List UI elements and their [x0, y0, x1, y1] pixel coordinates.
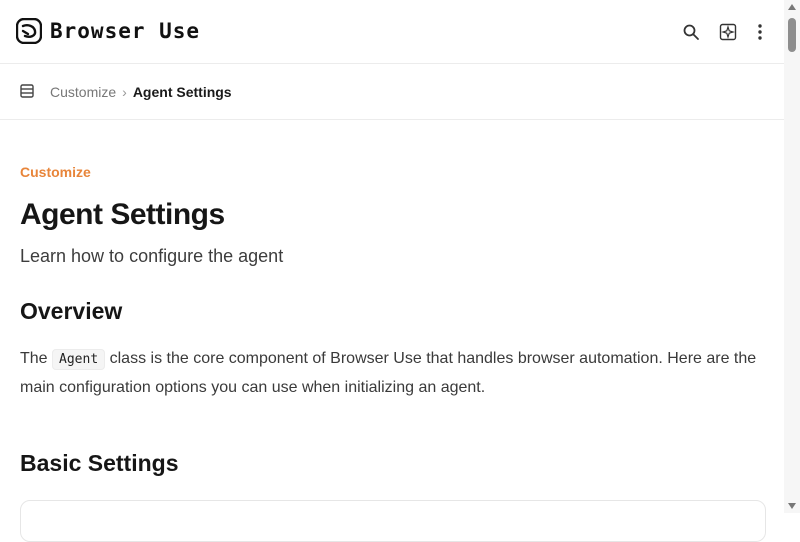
search-icon — [683, 24, 699, 40]
scrollbar[interactable] — [784, 0, 800, 513]
scroll-up-arrow-icon[interactable] — [788, 4, 796, 10]
top-bar: Browser Use — [0, 0, 784, 64]
more-vertical-icon — [758, 24, 762, 40]
overview-text-after: class is the core component of Browser U… — [20, 350, 757, 396]
overview-heading[interactable]: Overview — [20, 298, 122, 325]
sparkle-icon — [719, 23, 737, 41]
overview-paragraph: The Agent class is the core component of… — [20, 345, 770, 402]
section-eyebrow: Customize — [20, 164, 91, 180]
site-logo[interactable]: Browser Use — [16, 17, 200, 45]
breadcrumb-parent-link[interactable]: Customize — [50, 84, 116, 100]
scroll-thumb[interactable] — [788, 18, 796, 52]
browser-use-logo-icon — [16, 18, 42, 44]
breadcrumb: Customize › Agent Settings — [50, 81, 232, 103]
page-title: Agent Settings — [20, 198, 225, 231]
sidebar-toggle-button[interactable] — [16, 80, 38, 102]
overview-heading-text: Overview — [20, 298, 123, 324]
agent-code: Agent — [52, 349, 106, 370]
main-content: Customize Agent Settings Learn how to co… — [20, 150, 770, 267]
search-button[interactable] — [675, 16, 707, 48]
more-options-button[interactable] — [744, 16, 776, 48]
breadcrumb-current[interactable]: Agent Settings — [133, 84, 232, 100]
overview-text-before: The — [20, 350, 48, 367]
code-block-card — [20, 500, 766, 542]
basic-settings-heading[interactable]: Basic Settings — [20, 450, 179, 477]
basic-settings-heading-text: Basic Settings — [20, 450, 179, 476]
page-subtitle: Learn how to configure the agent — [20, 246, 284, 266]
ask-ai-button[interactable] — [712, 16, 744, 48]
breadcrumb-separator: › — [122, 84, 127, 100]
menu-icon — [20, 84, 34, 98]
scroll-down-arrow-icon[interactable] — [788, 503, 796, 509]
logo-text: Browser Use — [50, 19, 201, 43]
